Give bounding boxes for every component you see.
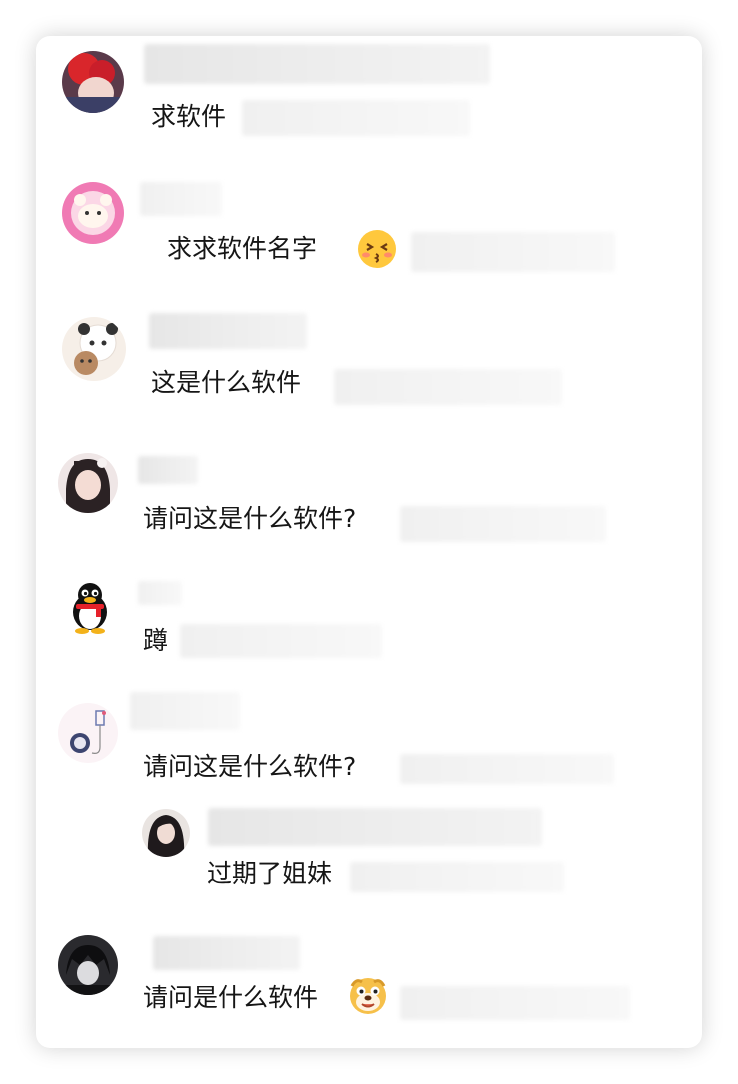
doodle-avatar[interactable]: [58, 703, 118, 763]
redacted-username: [140, 182, 222, 216]
redacted-username: [138, 456, 198, 484]
comment-text: 蹲: [143, 626, 169, 655]
dark-anime-avatar[interactable]: [58, 935, 118, 995]
redacted-username: [138, 581, 182, 605]
comment-text: 请问这是什么软件?: [143, 504, 357, 533]
dark-hair-girl-avatar[interactable]: [142, 809, 190, 857]
comment-text: 求求软件名字: [167, 234, 318, 263]
redacted-timestamp: [242, 100, 470, 136]
redacted-timestamp: [334, 369, 562, 405]
redacted-username: [153, 936, 300, 970]
redacted-username: [149, 313, 307, 349]
redacted-timestamp: [411, 232, 615, 272]
comment-text: 请问这是什么软件?: [143, 752, 357, 781]
comment-text: 请问是什么软件: [143, 983, 319, 1012]
comment-text: 求软件: [151, 102, 227, 131]
qq-penguin-avatar[interactable]: [62, 578, 118, 634]
redacted-timestamp: [400, 754, 614, 784]
pink-bear-avatar[interactable]: [62, 182, 124, 244]
redacted-username: [208, 808, 542, 846]
redacted-timestamp: [400, 986, 630, 1020]
panda-bear-avatar[interactable]: [62, 317, 126, 381]
reply-text: 过期了姐妹: [207, 859, 333, 888]
girl-portrait-avatar[interactable]: [58, 453, 118, 513]
redacted-timestamp: [180, 624, 382, 658]
redacted-timestamp: [350, 862, 564, 892]
kissing-face-emoji: [357, 229, 397, 269]
redacted-username: [144, 44, 490, 84]
comment-text: 这是什么软件: [151, 368, 302, 397]
red-haired-anime-avatar[interactable]: [62, 51, 124, 113]
comment-list: 求软件 求求软件名字 这是什么软件 请问这是什么软件? 蹲 请问这是什么软件? …: [36, 36, 702, 1048]
redacted-timestamp: [400, 506, 606, 542]
dog-face-emoji: [348, 976, 388, 1016]
redacted-username: [130, 692, 240, 730]
